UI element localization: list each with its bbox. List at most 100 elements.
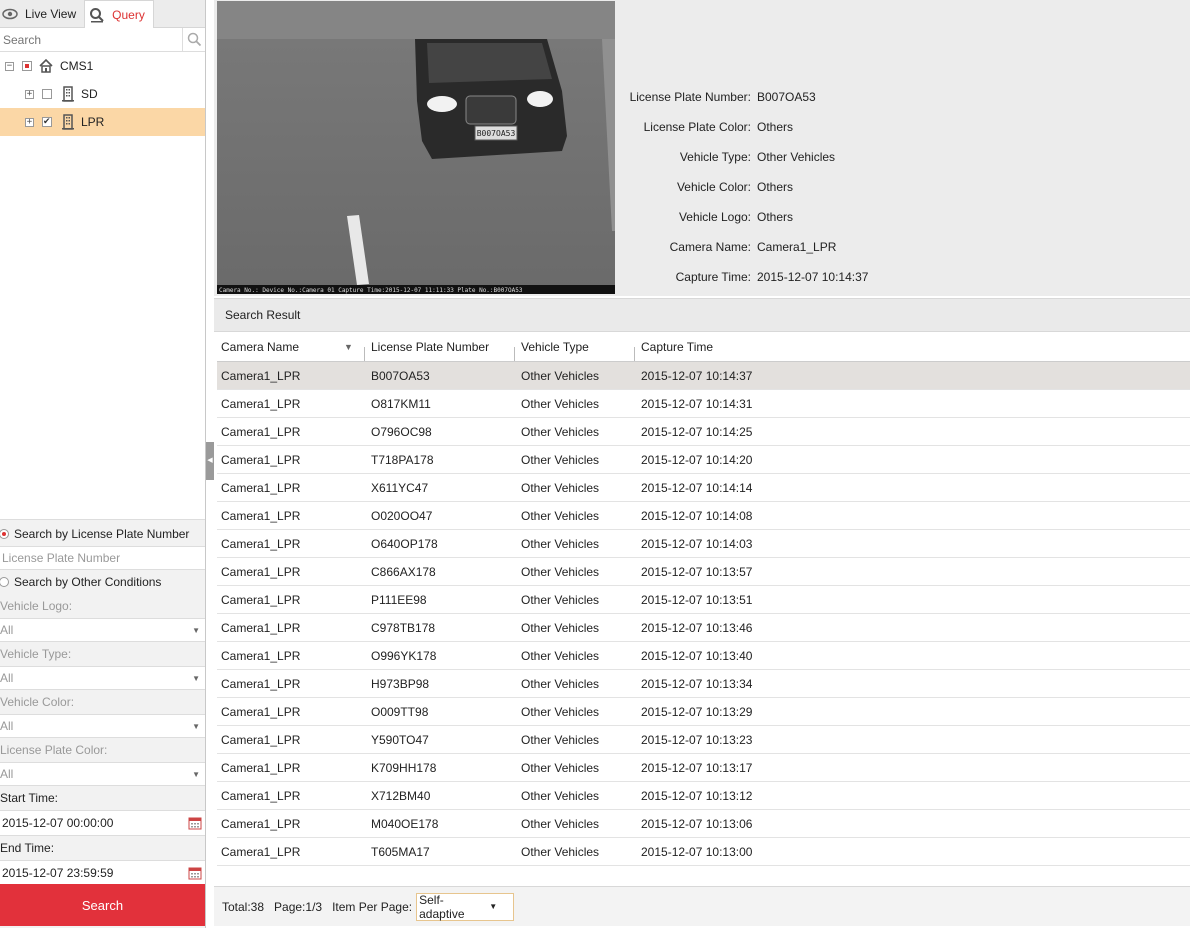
table-row[interactable]: Camera1_LPR H973BP98 Other Vehicles 2015-12… <box>217 670 1190 698</box>
cell-plate-number: O817KM11 <box>371 396 431 411</box>
expand-toggle-icon[interactable]: + <box>25 117 34 127</box>
plate-color-select[interactable]: All ▼ <box>0 762 205 786</box>
tree-node-cms1[interactable]: − CMS1 <box>0 52 205 80</box>
cell-camera-name: Camera1_LPR <box>221 676 301 691</box>
left-panel: Live View Query − CMS1 + SD <box>0 0 206 928</box>
total-count: Total:38 <box>222 899 265 914</box>
tree-checkbox-cms1[interactable] <box>22 61 32 71</box>
end-time-label: End Time: <box>0 841 55 855</box>
per-page-select[interactable]: Self-adaptive ▼ <box>416 892 515 921</box>
cell-capture-time: 2015-12-07 10:13:29 <box>641 704 753 719</box>
sort-arrow-icon[interactable]: ▼ <box>344 342 353 352</box>
cell-vehicle-type: Other Vehicles <box>521 424 600 439</box>
cell-camera-name: Camera1_LPR <box>221 564 301 579</box>
search-result-header: Search Result <box>214 298 1190 332</box>
table-row[interactable]: Camera1_LPR Y590TO47 Other Vehicles 2015-12… <box>217 726 1190 754</box>
tab-live-view[interactable]: Live View <box>0 0 84 28</box>
column-label: Vehicle Type <box>521 340 589 354</box>
detail-value: Camera1_LPR <box>757 240 837 254</box>
collapse-toggle-icon[interactable]: − <box>5 61 14 71</box>
detail-value: Others <box>757 210 794 224</box>
vehicle-logo-select[interactable]: All ▼ <box>0 618 205 642</box>
table-row[interactable]: Camera1_LPR C978TB178 Other Vehicles 2015-1… <box>217 614 1190 642</box>
detail-row: License Plate Color: Others <box>614 112 868 142</box>
radio-by-other[interactable]: Search by Other Conditions <box>0 570 205 594</box>
calendar-icon[interactable] <box>188 866 202 880</box>
tree-node-lpr[interactable]: + LPR <box>0 108 205 136</box>
column-vehicle-type[interactable]: Vehicle Type <box>514 340 637 361</box>
tree-node-label: SD <box>81 87 98 101</box>
plate-number-input[interactable]: License Plate Number <box>0 546 205 570</box>
cell-plate-number: P111EE98 <box>371 592 427 607</box>
detail-value: Others <box>757 120 794 134</box>
select-value: All <box>0 671 14 685</box>
cell-vehicle-type: Other Vehicles <box>521 452 600 467</box>
vehicle-logo-label: Vehicle Logo: <box>0 599 73 613</box>
cell-capture-time: 2015-12-07 10:14:14 <box>641 480 753 495</box>
cell-camera-name: Camera1_LPR <box>221 480 301 495</box>
capture-image[interactable]: B007OA53 Camera No.: Device No.:Camera 0… <box>217 1 615 294</box>
radio-by-plate[interactable]: Search by License Plate Number <box>0 522 205 546</box>
table-row[interactable]: Camera1_LPR O640OP178 Other Vehicles 2015-1… <box>217 530 1190 558</box>
right-panel: B007OA53 Camera No.: Device No.:Camera 0… <box>214 0 1190 928</box>
tree-search-input[interactable] <box>0 28 183 51</box>
table-row[interactable]: Camera1_LPR B007OA53 Other Vehicles 2015-12… <box>217 362 1190 390</box>
column-plate-number[interactable]: License Plate Number <box>364 340 517 361</box>
detail-row: Vehicle Color: Others <box>614 172 868 202</box>
eye-icon <box>2 8 18 20</box>
tree-node-label: LPR <box>81 115 105 129</box>
detail-value: 2015-12-07 10:14:37 <box>757 270 869 284</box>
tab-query[interactable]: Query <box>84 0 154 28</box>
dropdown-arrow-icon: ▼ <box>192 721 200 731</box>
table-row[interactable]: Camera1_LPR X712BM40 Other Vehicles 2015-12… <box>217 782 1190 810</box>
start-time-field[interactable]: 2015-12-07 00:00:00 <box>0 810 205 836</box>
table-row[interactable]: Camera1_LPR O796OC98 Other Vehicles 2015-12… <box>217 418 1190 446</box>
search-button[interactable]: Search <box>0 884 205 926</box>
cell-vehicle-type: Other Vehicles <box>521 760 600 775</box>
cell-camera-name: Camera1_LPR <box>221 536 301 551</box>
panel-collapse-handle[interactable]: ◀ <box>206 442 214 480</box>
cell-capture-time: 2015-12-07 10:13:00 <box>641 844 753 859</box>
detail-row: Camera Name: Camera1_LPR <box>614 232 868 262</box>
radio-button[interactable] <box>0 577 9 587</box>
cell-plate-number: O020OO47 <box>371 508 433 523</box>
detail-row: Vehicle Logo: Others <box>614 202 868 232</box>
table-row[interactable]: Camera1_LPR O020OO47 Other Vehicles 2015-12… <box>217 502 1190 530</box>
cell-plate-number: Y590TO47 <box>371 732 429 747</box>
table-body: Camera1_LPR B007OA53 Other Vehicles 2015-12… <box>217 362 1190 866</box>
vehicle-color-select[interactable]: All ▼ <box>0 714 205 738</box>
table-row[interactable]: Camera1_LPR P111EE98 Other Vehicles 2015-12… <box>217 586 1190 614</box>
search-icon[interactable] <box>187 32 202 47</box>
vehicle-type-select[interactable]: All ▼ <box>0 666 205 690</box>
cell-capture-time: 2015-12-07 10:13:40 <box>641 648 753 663</box>
calendar-icon[interactable] <box>188 816 202 830</box>
end-time-field[interactable]: 2015-12-07 23:59:59 <box>0 860 205 886</box>
table-row[interactable]: Camera1_LPR O817KM11 Other Vehicles 2015-12… <box>217 390 1190 418</box>
tree-checkbox-sd[interactable] <box>42 89 52 99</box>
detail-label: Camera Name: <box>669 240 751 254</box>
cell-plate-number: T605MA17 <box>371 844 430 859</box>
app-window: Live View Query − CMS1 + SD <box>0 0 1190 928</box>
column-camera-name[interactable]: Camera Name ▼ <box>217 340 367 354</box>
cell-vehicle-type: Other Vehicles <box>521 816 600 831</box>
cell-plate-number: H973BP98 <box>371 676 430 691</box>
cell-plate-number: X712BM40 <box>371 788 431 803</box>
table-row[interactable]: Camera1_LPR O996YK178 Other Vehicles 2015-1… <box>217 642 1190 670</box>
table-row[interactable]: Camera1_LPR K709HH178 Other Vehicles 2015-1… <box>217 754 1190 782</box>
table-row[interactable]: Camera1_LPR C866AX178 Other Vehicles 2015-1… <box>217 558 1190 586</box>
expand-toggle-icon[interactable]: + <box>25 89 34 99</box>
table-row[interactable]: Camera1_LPR T605MA17 Other Vehicles 2015-12… <box>217 838 1190 866</box>
cell-camera-name: Camera1_LPR <box>221 424 301 439</box>
tab-live-view-label: Live View <box>25 7 77 21</box>
table-header: Camera Name ▼ License Plate Number Vehicl… <box>217 333 1190 362</box>
table-row[interactable]: Camera1_LPR X611YC47 Other Vehicles 2015-12… <box>217 474 1190 502</box>
column-capture-time[interactable]: Capture Time <box>634 340 837 361</box>
detail-label: Vehicle Logo: <box>678 210 751 224</box>
tree-node-sd[interactable]: + SD <box>0 80 205 108</box>
radio-button[interactable] <box>0 529 9 539</box>
table-row[interactable]: Camera1_LPR T718PA178 Other Vehicles 2015-1… <box>217 446 1190 474</box>
table-row[interactable]: Camera1_LPR O009TT98 Other Vehicles 2015-12… <box>217 698 1190 726</box>
table-row[interactable]: Camera1_LPR M040OE178 Other Vehicles 2015-1… <box>217 810 1190 838</box>
tree-checkbox-lpr[interactable] <box>42 116 52 127</box>
detail-label: License Plate Color: <box>643 120 751 134</box>
